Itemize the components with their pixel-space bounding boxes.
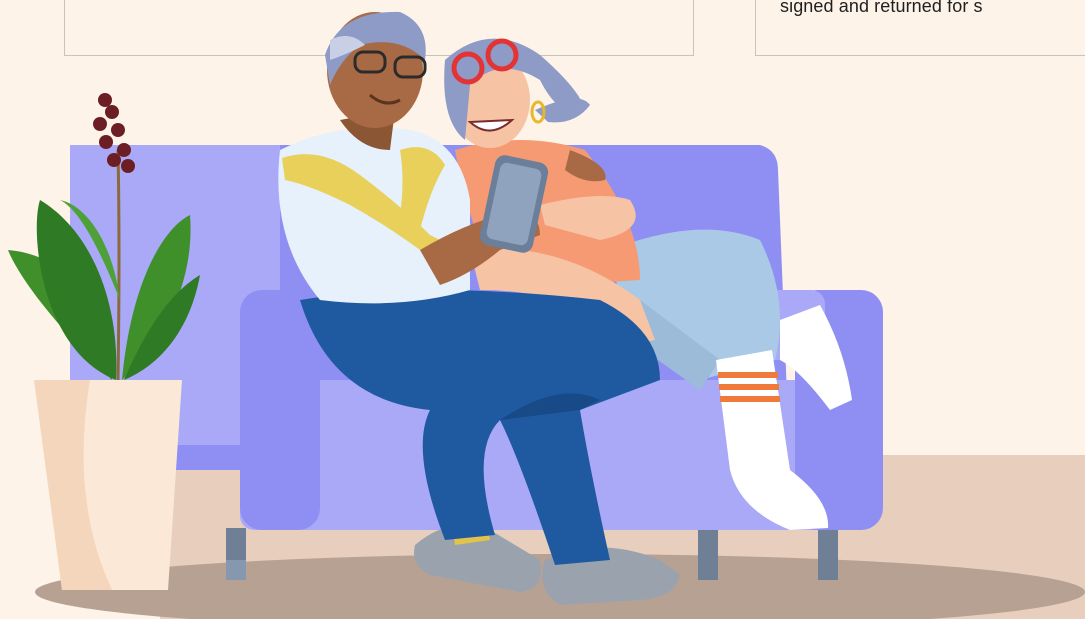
page: { "cards": { "right_text": "signed and r… (0, 0, 1085, 619)
illustration (8, 11, 1085, 619)
